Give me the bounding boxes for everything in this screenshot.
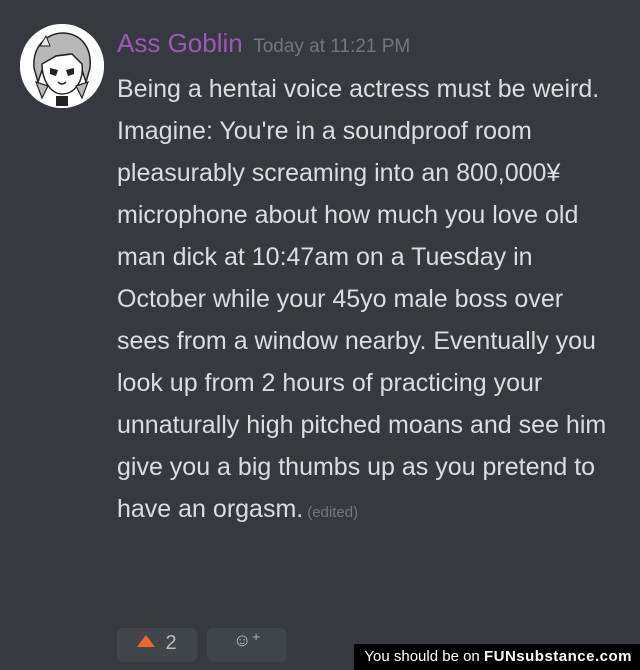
watermark-prefix: You should be on (364, 648, 480, 665)
reaction-upvote[interactable]: 2 (117, 628, 197, 662)
edited-label: (edited) (307, 504, 359, 521)
anime-girl-avatar-icon (20, 24, 104, 108)
user-avatar[interactable] (20, 24, 104, 108)
reaction-count: 2 (165, 632, 177, 654)
message-header: Ass Goblin Today at 11:21 PM (117, 28, 410, 59)
site-watermark: You should be on FUNsubstance.com (354, 644, 640, 670)
add-reaction-icon: ☺⁺ (233, 630, 261, 650)
timestamp: Today at 11:21 PM (253, 36, 411, 57)
message-content: Being a hentai voice actress must be wei… (117, 68, 622, 534)
upvote-arrow-icon (137, 635, 156, 647)
message-text: Being a hentai voice actress must be wei… (117, 75, 607, 523)
reaction-bar: 2 ☺⁺ (117, 628, 287, 662)
username[interactable]: Ass Goblin (117, 28, 243, 58)
watermark-brand[interactable]: FUNsubstance.com (484, 648, 632, 665)
chat-message: Ass Goblin Today at 11:21 PM Being a hen… (0, 0, 640, 670)
add-reaction-button[interactable]: ☺⁺ (207, 628, 287, 662)
